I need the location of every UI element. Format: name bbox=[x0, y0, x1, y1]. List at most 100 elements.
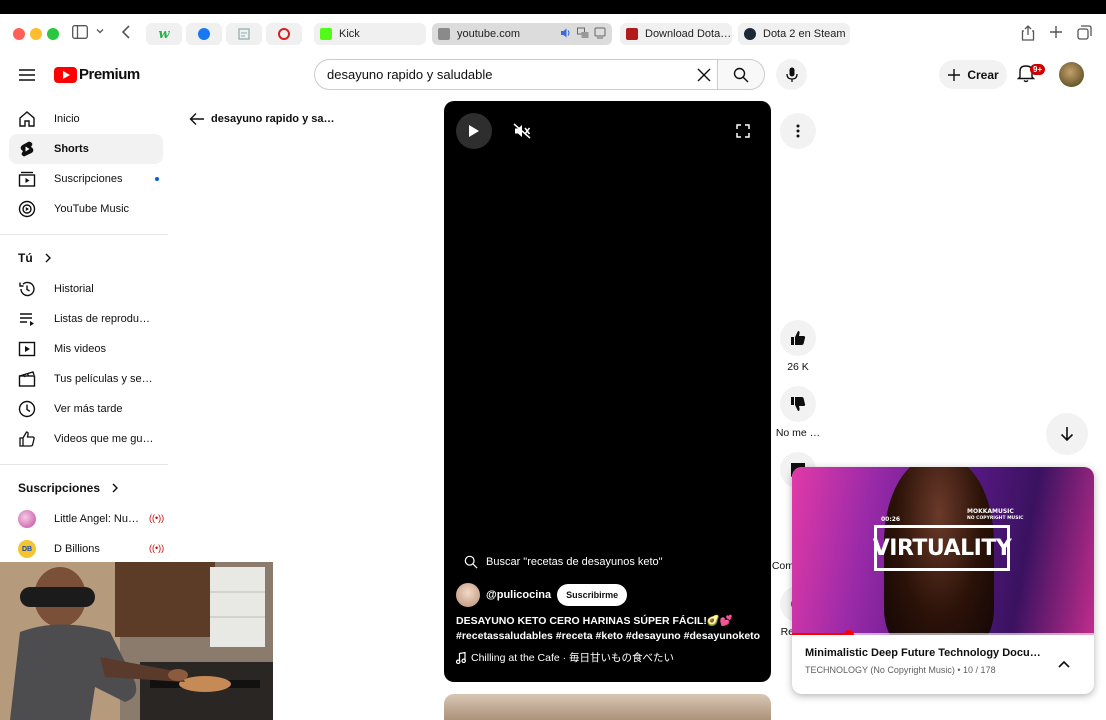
voice-search-button[interactable] bbox=[776, 59, 807, 90]
miniplayer[interactable]: VIRTUALITY MOKKAMUSIC NO COPYRIGHT MUSIC… bbox=[792, 467, 1094, 694]
share-icon[interactable] bbox=[1021, 25, 1035, 41]
sidebar-channel-d-billions[interactable]: DB D Billions ((•)) bbox=[9, 534, 164, 564]
like-button[interactable] bbox=[780, 320, 816, 356]
sidebar-item-youtube-music[interactable]: YouTube Music bbox=[9, 194, 163, 224]
sidebar-item-mis-videos[interactable]: Mis videos bbox=[9, 334, 163, 364]
miniplayer-video[interactable]: VIRTUALITY MOKKAMUSIC NO COPYRIGHT MUSIC… bbox=[792, 467, 1094, 635]
subscriptions-icon bbox=[18, 171, 36, 187]
sidebar-item-label: Videos que me gus… bbox=[54, 433, 154, 445]
sidebar-item-suscripciones[interactable]: Suscripciones bbox=[9, 164, 163, 194]
speaker-icon[interactable] bbox=[560, 27, 572, 42]
facebook-icon bbox=[198, 28, 210, 40]
shorts-icon bbox=[20, 141, 34, 157]
shorts-search-suggestion[interactable]: Buscar "recetas de desayunos keto" bbox=[464, 555, 663, 569]
short-description[interactable]: DESAYUNO KETO CERO HARINAS SÚPER FÁCIL!🥑… bbox=[456, 614, 761, 644]
webcam-scene bbox=[0, 562, 273, 720]
miniplayer-progress-bar[interactable] bbox=[792, 633, 1094, 635]
menu-hamburger-icon[interactable] bbox=[19, 68, 35, 86]
channel-name[interactable]: @pulicocina bbox=[486, 589, 551, 601]
dislike-button[interactable] bbox=[780, 386, 816, 422]
progress-scrubber[interactable] bbox=[844, 630, 855, 635]
live-broadcast-icon: ((•)) bbox=[149, 513, 165, 523]
channel-avatar[interactable] bbox=[456, 583, 480, 607]
sidebar-item-ver-mas-tarde[interactable]: Ver más tarde bbox=[9, 394, 163, 424]
w-logo-icon: w bbox=[158, 26, 170, 42]
pinned-tab-blocked[interactable] bbox=[266, 23, 302, 45]
sidebar-item-label: Ver más tarde bbox=[54, 403, 123, 415]
sidebar-item-videos-gustan[interactable]: Videos que me gus… bbox=[9, 424, 163, 454]
tab-download-dota[interactable]: Download Dota… bbox=[620, 23, 732, 45]
fullscreen-button[interactable] bbox=[725, 113, 761, 149]
progress-fill bbox=[792, 633, 850, 635]
translate-icon[interactable] bbox=[577, 27, 589, 42]
short-music-row[interactable]: Chilling at the Cafe · 毎日甘いもの食べたい bbox=[456, 650, 674, 665]
shorts-player[interactable]: Buscar "recetas de desayunos keto" @puli… bbox=[444, 101, 771, 682]
search-input[interactable] bbox=[327, 67, 687, 82]
search-icon bbox=[464, 555, 478, 569]
tab-overview-icon[interactable] bbox=[1077, 25, 1092, 40]
tab-kick[interactable]: Kick bbox=[314, 23, 426, 45]
pinned-tab-w[interactable]: w bbox=[146, 23, 182, 45]
video-time: 00:26 bbox=[881, 516, 901, 523]
microphone-icon bbox=[785, 67, 798, 82]
create-button[interactable]: Crear bbox=[939, 60, 1007, 89]
more-options-button[interactable] bbox=[780, 113, 816, 149]
close-window-button[interactable] bbox=[13, 28, 25, 40]
miniplayer-title[interactable]: Minimalistic Deep Future Technology Docu… bbox=[805, 647, 1045, 659]
more-vertical-icon bbox=[796, 124, 800, 138]
mute-button[interactable] bbox=[504, 113, 540, 149]
youtube-premium-logo[interactable]: Premium bbox=[54, 66, 140, 83]
youtube-logo-icon bbox=[54, 66, 77, 83]
tab-steam[interactable]: Dota 2 en Steam bbox=[738, 23, 850, 45]
video-brand-sub: NO COPYRIGHT MUSIC bbox=[967, 516, 1024, 521]
sidebar-item-label: Listas de reproducc… bbox=[54, 313, 154, 325]
next-short-preview[interactable] bbox=[444, 694, 771, 720]
next-short-button[interactable] bbox=[1046, 413, 1088, 455]
sidebar-item-historial[interactable]: Historial bbox=[9, 274, 163, 304]
you-heading-label: Tú bbox=[18, 251, 33, 265]
chevron-down-icon[interactable] bbox=[96, 27, 104, 35]
sidebar-item-peliculas[interactable]: Tus películas y seri… bbox=[9, 364, 163, 394]
sidebar-item-listas[interactable]: Listas de reproducc… bbox=[9, 304, 163, 334]
search-button[interactable] bbox=[717, 59, 765, 90]
tab-label: Dota 2 en Steam bbox=[763, 28, 846, 40]
reader-icon[interactable] bbox=[594, 27, 606, 42]
create-label: Crear bbox=[967, 67, 999, 82]
sidebar-toggle-icon[interactable] bbox=[72, 25, 88, 39]
tab-youtube[interactable]: youtube.com bbox=[432, 23, 612, 45]
tab-label: Download Dota… bbox=[645, 28, 732, 40]
short-channel-row: @pulicocina Suscribirme bbox=[456, 583, 628, 607]
expand-queue-button[interactable] bbox=[1058, 655, 1070, 673]
logo-text: Premium bbox=[79, 66, 140, 83]
subscribe-button[interactable]: Suscribirme bbox=[557, 584, 628, 606]
description-hashtags: #recetassaludables #receta #keto #desayu… bbox=[456, 630, 761, 642]
playlists-icon bbox=[20, 313, 34, 326]
clear-search-icon[interactable] bbox=[697, 68, 711, 87]
sidebar-channel-little-angel[interactable]: Little Angel: Nurs… ((•)) bbox=[9, 504, 165, 534]
sidebar-you-heading[interactable]: Tú bbox=[18, 251, 53, 265]
remix-label: Re bbox=[780, 626, 794, 638]
history-icon bbox=[19, 281, 35, 297]
search-suggestion-text: Buscar "recetas de desayunos keto" bbox=[486, 556, 663, 568]
youtube-favicon-icon bbox=[438, 28, 450, 40]
movies-icon bbox=[18, 371, 36, 387]
pinned-tab-facebook[interactable] bbox=[186, 23, 222, 45]
back-to-search[interactable]: desayuno rapido y sa… bbox=[189, 112, 334, 126]
video-logo-text: VIRTUALITY bbox=[873, 525, 1012, 571]
liked-icon bbox=[19, 431, 35, 447]
zoom-window-button[interactable] bbox=[47, 28, 59, 40]
play-button[interactable] bbox=[456, 113, 492, 149]
youtube-header: Premium Crear 9+ bbox=[0, 54, 1106, 96]
pinned-tab-docs[interactable] bbox=[226, 23, 262, 45]
new-tab-icon[interactable] bbox=[1049, 25, 1063, 39]
sidebar-item-shorts[interactable]: Shorts bbox=[9, 134, 163, 164]
sidebar-item-inicio[interactable]: Inicio bbox=[9, 104, 163, 134]
video-brand: MOKKAMUSIC bbox=[967, 508, 1014, 515]
sidebar: Inicio Shorts Suscripciones YouTube Musi… bbox=[0, 104, 170, 564]
description-title: DESAYUNO KETO CERO HARINAS SÚPER FÁCIL!🥑… bbox=[456, 615, 734, 627]
account-avatar[interactable] bbox=[1059, 62, 1084, 87]
sidebar-item-label: D Billions bbox=[54, 543, 100, 555]
back-arrow-icon[interactable] bbox=[121, 25, 131, 39]
minimize-window-button[interactable] bbox=[30, 28, 42, 40]
sidebar-subscriptions-heading[interactable]: Suscripciones bbox=[18, 481, 120, 495]
